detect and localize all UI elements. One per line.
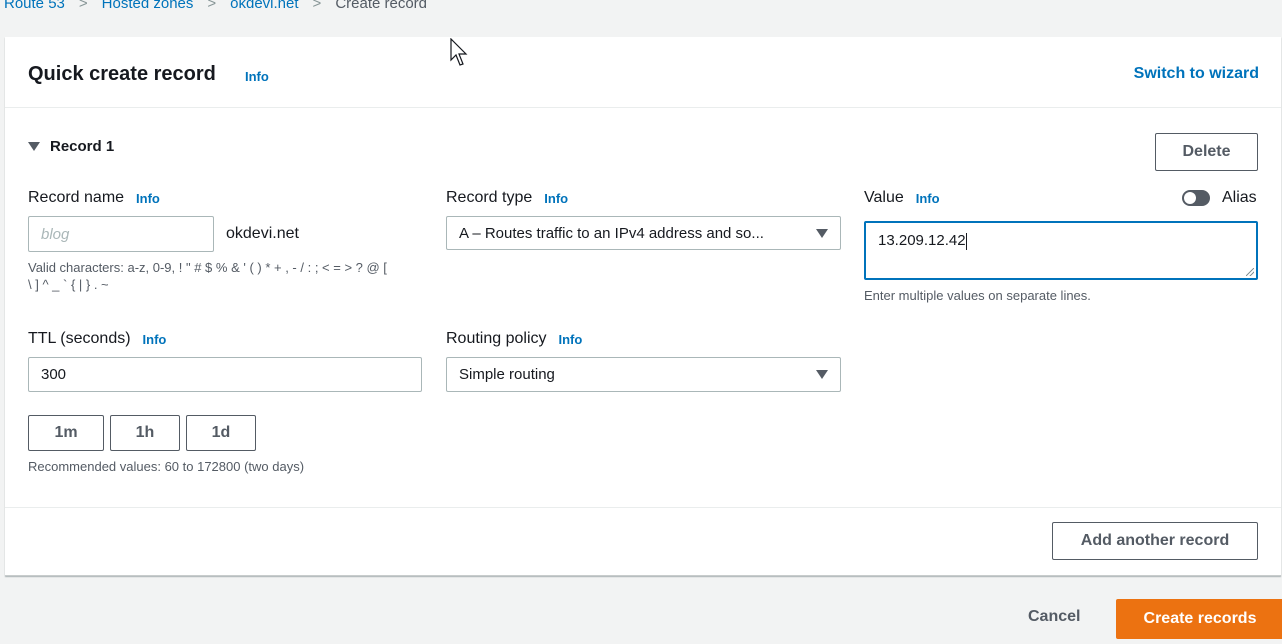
breadcrumb: Route 53 > Hosted zones > okdevi.net > C…: [4, 0, 427, 12]
record-type-label-row: Record type Info: [446, 189, 568, 207]
value-label-row: Value Info: [864, 189, 940, 207]
record-type-label: Record type: [446, 189, 533, 206]
domain-suffix: okdevi.net: [226, 225, 299, 242]
switch-to-wizard-link[interactable]: Switch to wizard: [1134, 65, 1259, 83]
routing-policy-label: Routing policy: [446, 330, 547, 347]
panel-divider: [5, 507, 1281, 508]
record-name-placeholder: blog: [41, 225, 70, 243]
alias-toggle[interactable]: [1182, 190, 1210, 206]
cancel-button[interactable]: Cancel: [1028, 608, 1080, 626]
routing-policy-label-row: Routing policy Info: [446, 330, 582, 348]
value-hint: Enter multiple values on separate lines.: [864, 288, 1091, 303]
mouse-pointer-icon: [450, 38, 468, 66]
breadcrumb-current: Create record: [335, 0, 428, 12]
record-type-value: A – Routes traffic to an IPv4 address an…: [459, 224, 764, 242]
routing-policy-value: Simple routing: [459, 366, 555, 383]
record-name-label: Record name: [28, 189, 125, 206]
ttl-1h-button[interactable]: 1h: [110, 415, 180, 451]
chevron-right-icon: >: [312, 0, 322, 12]
create-records-button[interactable]: Create records: [1116, 599, 1282, 639]
record-name-info-link[interactable]: Info: [136, 191, 160, 206]
add-another-record-button[interactable]: Add another record: [1052, 522, 1258, 560]
title-info-link[interactable]: Info: [245, 69, 269, 84]
page-title: Quick create record: [28, 63, 216, 85]
record-type-info-link[interactable]: Info: [544, 191, 568, 206]
value-textarea[interactable]: 13.209.12.42: [864, 221, 1258, 280]
value-info-link[interactable]: Info: [916, 191, 940, 206]
delete-button[interactable]: Delete: [1155, 133, 1258, 171]
record-name-hint: Valid characters: a-z, 0-9, ! " # $ % & …: [28, 259, 428, 293]
breadcrumb-zone[interactable]: okdevi.net: [230, 0, 298, 12]
ttl-1m-button[interactable]: 1m: [28, 415, 104, 451]
breadcrumb-hosted-zones[interactable]: Hosted zones: [102, 0, 194, 12]
value-text: 13.209.12.42: [878, 232, 966, 249]
ttl-input[interactable]: 300: [28, 357, 422, 392]
resize-handle-icon[interactable]: [1246, 268, 1254, 276]
chevron-right-icon: >: [78, 0, 88, 12]
ttl-info-link[interactable]: Info: [143, 332, 167, 347]
alias-toggle-row: Alias: [1182, 189, 1257, 207]
ttl-label: TTL (seconds): [28, 330, 131, 347]
text-cursor: [965, 232, 967, 250]
record-name-label-row: Record name Info: [28, 189, 160, 207]
triangle-down-icon: [816, 228, 828, 238]
toggle-knob: [1184, 192, 1196, 204]
caret-down-icon: [28, 142, 40, 151]
record-name-input[interactable]: blog: [28, 216, 214, 252]
triangle-down-icon: [816, 370, 828, 379]
record-name-hint-line1: Valid characters: a-z, 0-9, ! " # $ % & …: [28, 260, 387, 275]
ttl-value: 300: [41, 366, 67, 383]
routing-policy-select[interactable]: Simple routing: [446, 357, 841, 392]
value-label: Value: [864, 189, 904, 206]
ttl-label-row: TTL (seconds) Info: [28, 330, 166, 348]
record-name-hint-line2: \ ] ^ _ ` { | } . ~: [28, 277, 109, 292]
breadcrumb-route53[interactable]: Route 53: [4, 0, 65, 12]
alias-label: Alias: [1222, 189, 1257, 206]
ttl-hint: Recommended values: 60 to 172800 (two da…: [28, 459, 305, 474]
panel-header: Quick create record Info Switch to wizar…: [5, 37, 1281, 108]
record-type-select[interactable]: A – Routes traffic to an IPv4 address an…: [446, 216, 841, 250]
record-1-label: Record 1: [50, 138, 115, 155]
ttl-1d-button[interactable]: 1d: [186, 415, 256, 451]
record-1-expander[interactable]: Record 1: [28, 138, 114, 155]
routing-policy-info-link[interactable]: Info: [559, 332, 583, 347]
quick-create-panel: Quick create record Info Switch to wizar…: [5, 37, 1281, 576]
chevron-right-icon: >: [207, 0, 217, 12]
